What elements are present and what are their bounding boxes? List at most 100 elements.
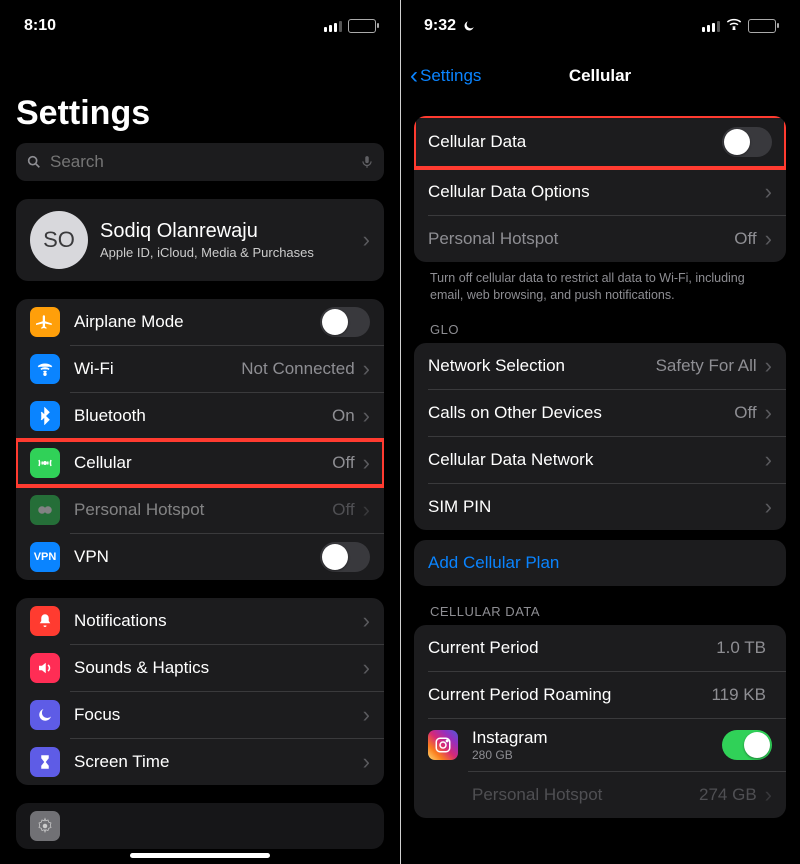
chevron-right-icon: ›	[363, 499, 370, 521]
row-value: Off	[332, 453, 354, 473]
chevron-right-icon: ›	[363, 610, 370, 632]
vpn-icon: VPN	[30, 542, 60, 572]
bell-icon	[30, 606, 60, 636]
carrier-section-header: GLO	[400, 304, 800, 343]
instagram-icon	[428, 730, 458, 760]
app-usage-row-instagram[interactable]: Instagram 280 GB	[414, 719, 786, 771]
personal-hotspot-row[interactable]: Personal Hotspot Off ›	[414, 216, 786, 262]
apple-id-card[interactable]: SO Sodiq Olanrewaju Apple ID, iCloud, Me…	[16, 199, 384, 281]
chevron-right-icon: ›	[765, 784, 772, 806]
row-label: Cellular	[74, 453, 332, 473]
calls-other-devices-row[interactable]: Calls on Other Devices Off ›	[414, 390, 786, 436]
apple-id-subtitle: Apple ID, iCloud, Media & Purchases	[100, 245, 361, 260]
status-bar: 9:32	[400, 0, 800, 48]
app-name: Personal Hotspot	[472, 785, 699, 805]
cellular-data-toggle[interactable]	[722, 127, 772, 157]
hotspot-icon	[30, 495, 60, 525]
app-usage-value: 280 GB	[472, 748, 722, 762]
carrier-group: Network Selection Safety For All › Calls…	[414, 343, 786, 530]
focus-row[interactable]: Focus ›	[16, 692, 384, 738]
add-cellular-plan-button[interactable]: Add Cellular Plan	[414, 540, 786, 586]
chevron-right-icon: ›	[363, 657, 370, 679]
airplane-toggle[interactable]	[320, 307, 370, 337]
chevron-right-icon: ›	[363, 751, 370, 773]
row-label: Cellular Data	[428, 132, 722, 152]
chevron-left-icon: ‹	[410, 62, 418, 90]
current-period-roaming-row[interactable]: Current Period Roaming 119 KB	[414, 672, 786, 718]
row-label: Screen Time	[74, 752, 361, 772]
nav-bar: ‹ Settings Cellular	[400, 54, 800, 98]
wifi-status-icon	[726, 17, 742, 35]
app-usage-value: 274 GB	[699, 785, 757, 805]
row-label: Wi-Fi	[74, 359, 241, 379]
row-value: Off	[734, 229, 756, 249]
network-selection-row[interactable]: Network Selection Safety For All ›	[414, 343, 786, 389]
back-button[interactable]: ‹ Settings	[410, 62, 481, 90]
vpn-toggle[interactable]	[320, 542, 370, 572]
app-usage-row-hotspot[interactable]: Personal Hotspot 274 GB ›	[414, 772, 786, 818]
airplane-icon	[30, 307, 60, 337]
chevron-right-icon: ›	[765, 449, 772, 471]
sounds-row[interactable]: Sounds & Haptics ›	[16, 645, 384, 691]
airplane-mode-row[interactable]: Airplane Mode	[16, 299, 384, 345]
status-time: 8:10	[24, 17, 56, 35]
wifi-icon	[30, 354, 60, 384]
row-label: Focus	[74, 705, 361, 725]
app-data-toggle[interactable]	[722, 730, 772, 760]
chevron-right-icon: ›	[363, 452, 370, 474]
row-label: Current Period	[428, 638, 716, 658]
general-row[interactable]	[16, 803, 384, 849]
notifications-group: Notifications › Sounds & Haptics › Focus…	[16, 598, 384, 785]
moon-icon	[30, 700, 60, 730]
battery-icon	[348, 19, 376, 33]
cellular-data-section-header: CELLULAR DATA	[400, 586, 800, 625]
vpn-row[interactable]: VPN VPN	[16, 534, 384, 580]
wifi-row[interactable]: Wi-Fi Not Connected ›	[16, 346, 384, 392]
row-label: Personal Hotspot	[74, 500, 332, 520]
row-label: Network Selection	[428, 356, 656, 376]
cellular-data-network-row[interactable]: Cellular Data Network ›	[414, 437, 786, 483]
bluetooth-row[interactable]: Bluetooth On ›	[16, 393, 384, 439]
cellular-data-options-row[interactable]: Cellular Data Options ›	[414, 169, 786, 215]
row-label: Cellular Data Network	[428, 450, 763, 470]
row-label: Add Cellular Plan	[428, 553, 772, 573]
data-usage-group: Current Period 1.0 TB Current Period Roa…	[414, 625, 786, 818]
back-label: Settings	[420, 66, 481, 86]
chevron-right-icon: ›	[765, 181, 772, 203]
chevron-right-icon: ›	[363, 405, 370, 427]
row-value: Off	[332, 500, 354, 520]
apple-id-name: Sodiq Olanrewaju	[100, 220, 361, 243]
row-value: Safety For All	[656, 356, 757, 376]
notifications-row[interactable]: Notifications ›	[16, 598, 384, 644]
chevron-right-icon: ›	[363, 229, 370, 251]
sim-pin-row[interactable]: SIM PIN ›	[414, 484, 786, 530]
row-label: Notifications	[74, 611, 361, 631]
row-value: 119 KB	[711, 685, 766, 705]
row-label: Cellular Data Options	[428, 182, 763, 202]
speaker-icon	[30, 653, 60, 683]
chevron-right-icon: ›	[363, 704, 370, 726]
personal-hotspot-row[interactable]: Personal Hotspot Off ›	[16, 487, 384, 533]
cellular-row[interactable]: Cellular Off ›	[16, 440, 384, 486]
focus-moon-icon	[462, 17, 476, 35]
row-label: Airplane Mode	[74, 312, 320, 332]
current-period-row[interactable]: Current Period 1.0 TB	[414, 625, 786, 671]
add-plan-group: Add Cellular Plan	[414, 540, 786, 586]
row-label: VPN	[74, 547, 320, 567]
screen-time-row[interactable]: Screen Time ›	[16, 739, 384, 785]
gear-icon	[30, 811, 60, 841]
cellular-data-row[interactable]: Cellular Data	[414, 116, 786, 168]
chevron-right-icon: ›	[765, 402, 772, 424]
chevron-right-icon: ›	[765, 496, 772, 518]
search-field[interactable]	[16, 143, 384, 181]
row-value: Not Connected	[241, 359, 354, 379]
row-label: Bluetooth	[74, 406, 332, 426]
hourglass-icon	[30, 747, 60, 777]
cellular-settings-screen: 9:32 ‹ Settings Cellular Cellular Data C…	[400, 0, 800, 864]
chevron-right-icon: ›	[765, 228, 772, 250]
search-input[interactable]	[48, 151, 360, 173]
row-label: SIM PIN	[428, 497, 763, 517]
settings-root-screen: 8:10 Settings SO Sodiq Olanrewaju Apple …	[0, 0, 400, 864]
microphone-icon[interactable]	[360, 153, 374, 171]
home-indicator[interactable]	[130, 853, 270, 858]
